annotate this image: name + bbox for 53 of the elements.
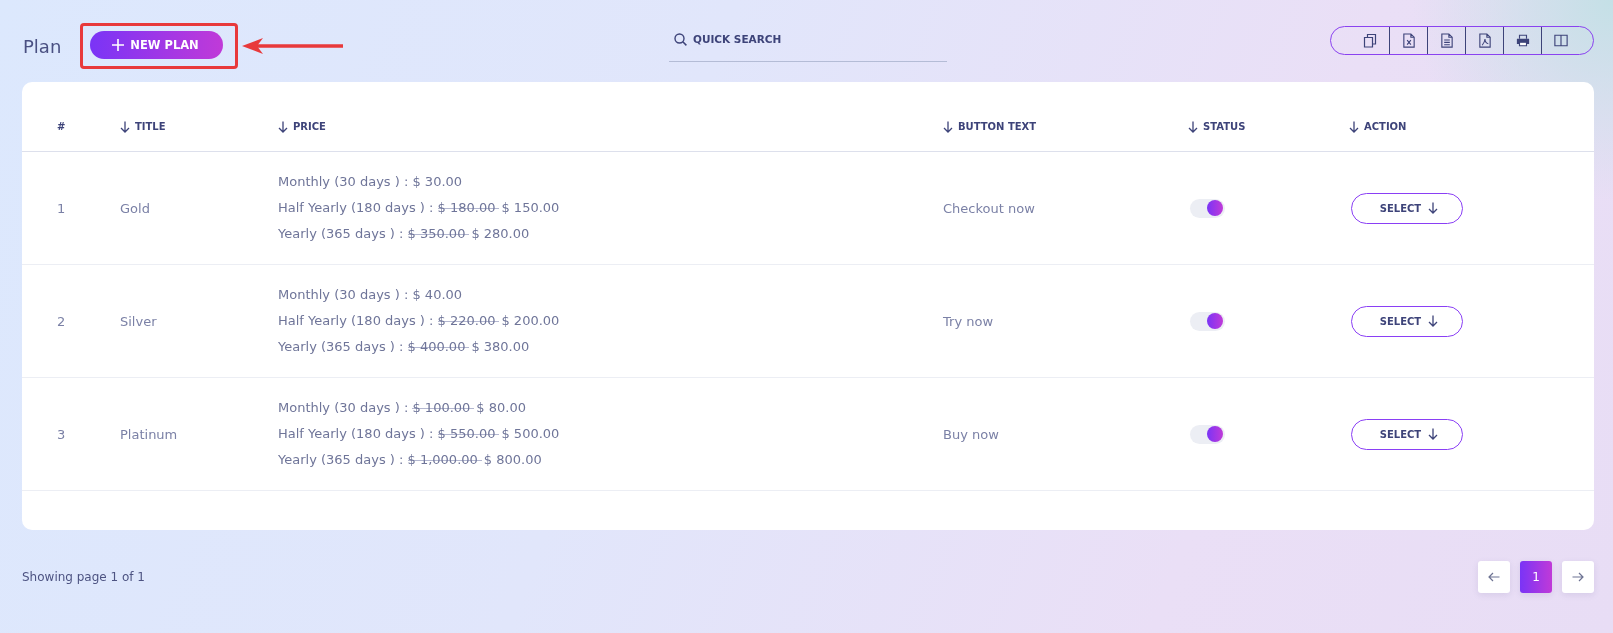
page-summary: Showing page 1 of 1 <box>22 570 145 584</box>
button-text: Checkout now <box>943 200 1035 216</box>
price-line: Half Yearly (180 days ) : $ 220.00 $ 200.00 <box>278 312 560 330</box>
arrow-right-icon <box>1572 572 1584 582</box>
status-toggle[interactable] <box>1190 198 1225 218</box>
button-text: Try now <box>943 313 994 329</box>
page-title: Plan <box>23 35 62 57</box>
column-header[interactable]: PRICE <box>278 120 326 133</box>
plus-icon <box>112 39 125 51</box>
copy-icon <box>1363 33 1377 48</box>
file-x-icon <box>1401 33 1416 48</box>
button-text: Buy now <box>943 426 999 442</box>
arrow-down-icon <box>1428 428 1439 440</box>
arrow-down-icon <box>1428 315 1439 327</box>
price-line: Yearly (365 days ) : $ 350.00 $ 280.00 <box>278 225 530 243</box>
status-toggle[interactable] <box>1190 424 1225 444</box>
select-button[interactable]: SELECT <box>1351 305 1463 337</box>
price-line: Monthly (30 days ) : $ 30.00 <box>278 173 463 191</box>
arrow-down-icon <box>1428 202 1439 214</box>
new-plan-button[interactable]: NEW PLAN <box>90 31 223 59</box>
plan-title: Gold <box>120 200 150 216</box>
file-lines-icon <box>1439 33 1454 48</box>
sort-arrow-icon <box>1188 120 1198 133</box>
search-icon <box>674 33 687 46</box>
price-line: Yearly (365 days ) : $ 400.00 $ 380.00 <box>278 338 530 356</box>
search-field[interactable]: QUICK SEARCH <box>669 23 947 62</box>
price-line: Monthly (30 days ) : $ 100.00 $ 80.00 <box>278 399 526 417</box>
row-number: 1 <box>57 200 66 216</box>
plan-title: Silver <box>120 313 157 329</box>
column-header: # <box>57 120 66 133</box>
column-header[interactable]: BUTTON TEXT <box>943 120 1037 133</box>
plan-title: Platinum <box>120 426 178 442</box>
column-header[interactable]: ACTION <box>1349 120 1407 133</box>
arrow-left-icon <box>1488 572 1500 582</box>
column-header[interactable]: STATUS <box>1188 120 1246 133</box>
row-number: 2 <box>57 313 66 329</box>
sort-arrow-icon <box>1349 120 1359 133</box>
price-line: Monthly (30 days ) : $ 40.00 <box>278 286 463 304</box>
status-toggle[interactable] <box>1190 311 1225 331</box>
page-button[interactable]: 1 <box>1520 561 1552 593</box>
price-line: Yearly (365 days ) : $ 1,000.00 $ 800.00 <box>278 451 542 469</box>
columns-icon <box>1553 33 1568 48</box>
row-number: 3 <box>57 426 66 442</box>
sort-arrow-icon <box>943 120 953 133</box>
price-line: Half Yearly (180 days ) : $ 550.00 $ 500.00 <box>278 425 560 443</box>
printer-icon <box>1515 33 1530 48</box>
file-pdf-icon <box>1477 33 1492 48</box>
column-header[interactable]: TITLE <box>120 120 166 133</box>
sort-arrow-icon <box>278 120 288 133</box>
select-button[interactable]: SELECT <box>1351 192 1463 224</box>
select-button[interactable]: SELECT <box>1351 418 1463 450</box>
price-line: Half Yearly (180 days ) : $ 180.00 $ 150.00 <box>278 199 560 217</box>
sort-arrow-icon <box>120 120 130 133</box>
